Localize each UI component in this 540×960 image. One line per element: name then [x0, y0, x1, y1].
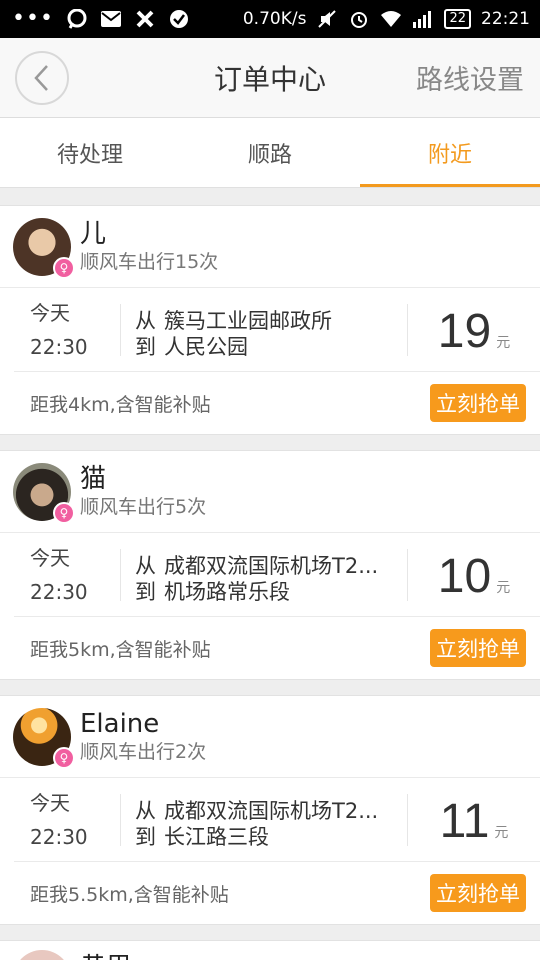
tools-icon	[134, 9, 156, 29]
grab-order-button[interactable]: 立刻抢单	[430, 384, 526, 422]
female-icon: ♀	[53, 501, 75, 524]
price-unit: 元	[494, 825, 509, 841]
check-circle-icon	[168, 9, 190, 29]
user-name: 儿	[80, 218, 107, 249]
trip-count: 顺风车出行15次	[80, 250, 219, 273]
grab-order-button[interactable]: 立刻抢单	[430, 874, 526, 912]
order-card[interactable]: ♀ 猫 顺风车出行5次 今天 22:30 从成都双流国际机场T2... 到机场路…	[0, 450, 540, 680]
from-address: 成都双流国际机场T2...	[164, 798, 379, 820]
network-speed: 0.70K/s	[242, 9, 307, 29]
tab-bar: 待处理 顺路 附近	[0, 118, 540, 188]
route-info: 今天 22:30 从成都双流国际机场T2... 到长江路三段 11 元	[14, 778, 540, 862]
to-address: 机场路常乐段	[164, 579, 290, 601]
female-icon: ♀	[53, 256, 75, 279]
more-dots-icon: •••	[12, 6, 54, 31]
avatar[interactable]: ♀	[13, 217, 75, 279]
order-user: ♀ 儿 顺风车出行15次	[0, 206, 540, 288]
from-label: 从	[135, 798, 156, 820]
departure-time: 22:30	[30, 334, 88, 359]
price: 19	[437, 305, 492, 358]
chat-icon	[66, 9, 88, 29]
avatar[interactable]	[13, 950, 71, 960]
wifi-icon	[380, 9, 402, 29]
battery-icon: 22	[444, 9, 471, 29]
route-settings-button[interactable]: 路线设置	[416, 58, 524, 97]
user-name: Elaine	[80, 708, 160, 739]
avatar[interactable]: ♀	[13, 462, 75, 524]
distance-info: 距我5.5km,含智能补贴	[30, 883, 229, 906]
from-label: 从	[135, 553, 156, 575]
order-user: ♀ Elaine 顺风车出行2次	[0, 696, 540, 778]
distance-info: 距我4km,含智能补贴	[30, 393, 211, 416]
from-label: 从	[135, 308, 156, 330]
order-user: ♀ 猫 顺风车出行5次	[0, 451, 540, 533]
trip-count: 顺风车出行5次	[80, 495, 207, 518]
signal-icon	[412, 9, 434, 29]
price-unit: 元	[496, 335, 511, 351]
nav-bar: 订单中心 路线设置	[0, 38, 540, 118]
to-label: 到	[135, 824, 156, 846]
order-card-partial[interactable]: 黄思	[0, 940, 540, 960]
user-name: 黄思	[80, 947, 132, 960]
to-label: 到	[135, 334, 156, 356]
order-card[interactable]: ♀ Elaine 顺风车出行2次 今天 22:30 从成都双流国际机场T2...…	[0, 695, 540, 925]
from-address: 簇马工业园邮政所	[164, 308, 332, 330]
price-unit: 元	[496, 580, 511, 596]
to-label: 到	[135, 579, 156, 601]
to-address: 人民公园	[164, 334, 248, 356]
trip-count: 顺风车出行2次	[80, 740, 207, 763]
departure-day: 今天	[30, 300, 70, 325]
status-bar: ••• 0.70K/s 22 22:21	[0, 0, 540, 38]
tab-nearby[interactable]: 附近	[360, 118, 540, 187]
departure-day: 今天	[30, 545, 70, 570]
departure-day: 今天	[30, 790, 70, 815]
to-address: 长江路三段	[164, 824, 269, 846]
grab-order-button[interactable]: 立刻抢单	[430, 629, 526, 667]
tab-on-the-way[interactable]: 顺路	[180, 118, 360, 187]
order-list: ♀ 儿 顺风车出行15次 今天 22:30 从簇马工业园邮政所 到人民公园 19…	[0, 188, 540, 960]
clock: 22:21	[481, 9, 530, 29]
route-info: 今天 22:30 从簇马工业园邮政所 到人民公园 19 元	[14, 288, 540, 372]
user-name: 猫	[80, 463, 107, 494]
alarm-icon	[348, 9, 370, 29]
from-address: 成都双流国际机场T2...	[164, 553, 379, 575]
price: 10	[437, 550, 492, 603]
departure-time: 22:30	[30, 579, 88, 604]
tab-pending[interactable]: 待处理	[0, 118, 180, 187]
distance-info: 距我5km,含智能补贴	[30, 638, 211, 661]
route-info: 今天 22:30 从成都双流国际机场T2... 到机场路常乐段 10 元	[14, 533, 540, 617]
order-card[interactable]: ♀ 儿 顺风车出行15次 今天 22:30 从簇马工业园邮政所 到人民公园 19…	[0, 205, 540, 435]
price: 11	[439, 795, 490, 848]
departure-time: 22:30	[30, 824, 88, 849]
mail-icon	[100, 9, 122, 29]
mute-icon	[316, 9, 338, 29]
female-icon: ♀	[53, 746, 75, 769]
avatar[interactable]: ♀	[13, 707, 75, 769]
